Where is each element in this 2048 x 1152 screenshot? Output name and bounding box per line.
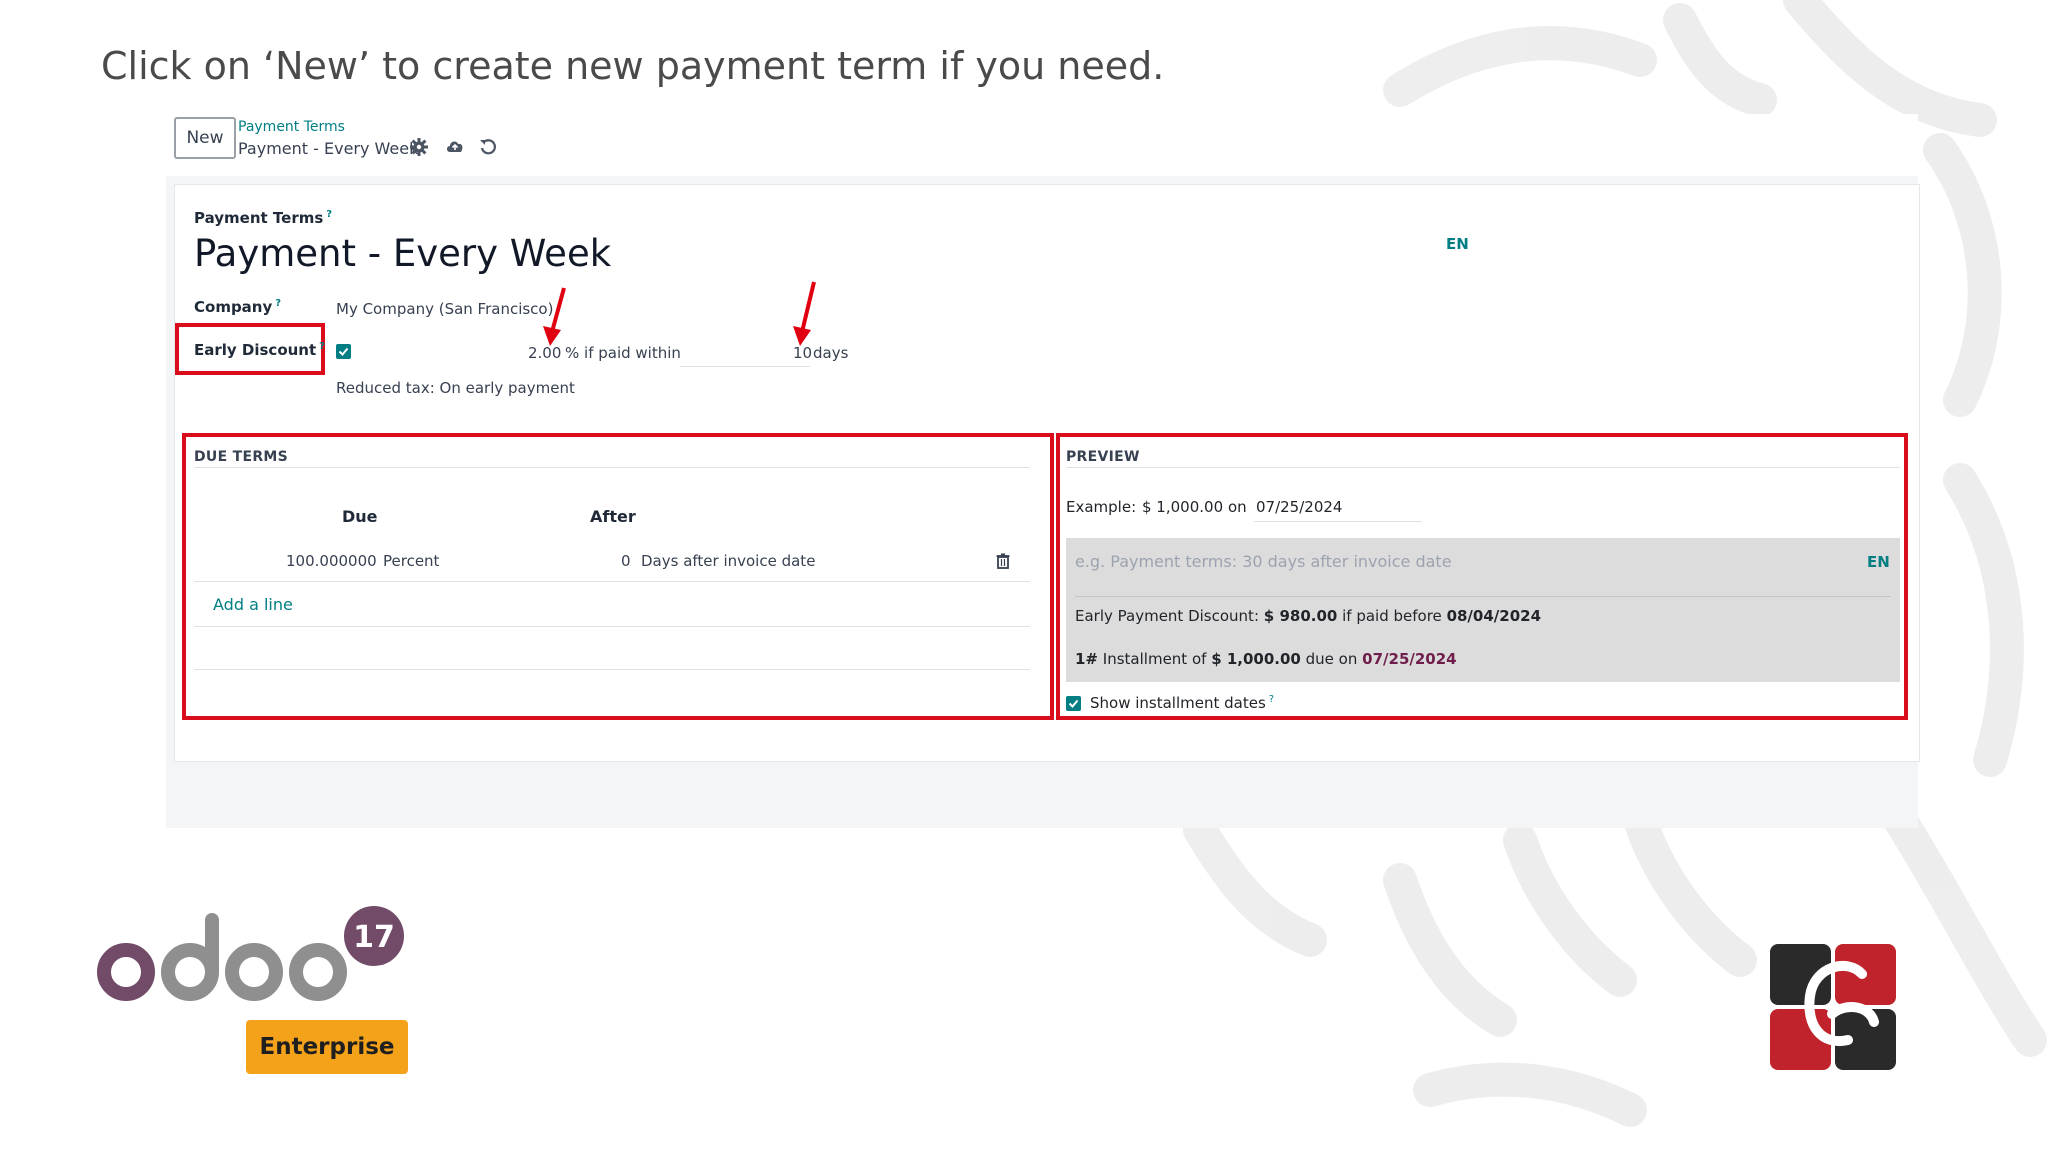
days-field-underline [680,366,810,367]
example-amount-field[interactable]: $ 1,000.00 [1142,498,1223,516]
payment-note-field[interactable]: e.g. Payment terms: 30 days after invoic… [1075,552,1452,571]
odoo-logo: 17 [97,906,404,1001]
after-value-cell[interactable]: 0 [621,552,631,570]
show-installment-dates-checkbox[interactable] [1066,696,1081,711]
breadcrumb-parent-link[interactable]: Payment Terms [238,119,345,135]
show-installment-dates-label: Show installment dates? [1090,694,1275,712]
early-discount-label: Early Discount? [194,341,325,359]
new-button[interactable]: New [174,117,236,159]
payment-terms-label: Payment Terms? [194,209,333,227]
percent-suffix: % if paid within [565,344,681,362]
early-payment-discount-line: Early Payment Discount: $ 980.00 if paid… [1075,607,1542,625]
odoo-version-badge: 17 [353,920,395,955]
trash-icon[interactable] [996,553,1010,569]
after-type-cell[interactable]: Days after invoice date [641,552,815,570]
on-label: on [1228,498,1247,516]
help-icon: ? [326,209,333,220]
note-language-badge[interactable]: EN [1867,553,1890,571]
date-field-underline [1254,521,1422,522]
help-icon: ? [1268,694,1275,705]
highlight-due-terms [182,433,1054,720]
company-field[interactable]: My Company (San Francisco) [336,300,553,318]
column-header-due[interactable]: Due [342,507,378,526]
installment-line: 1# Installment of $ 1,000.00 due on 07/2… [1075,650,1457,668]
payment-term-name-field[interactable]: Payment - Every Week [194,232,611,275]
enterprise-badge: Enterprise [246,1020,408,1074]
preview-divider [1066,467,1900,468]
cloud-save-icon[interactable] [445,137,465,157]
due-value-cell[interactable]: 100.000000 [286,552,377,570]
help-icon: ? [275,298,282,309]
preview-title: PREVIEW [1066,449,1140,465]
column-header-after[interactable]: After [590,507,636,526]
row-divider [194,669,1030,670]
checkmark-icon [1068,699,1079,708]
due-terms-divider [194,467,1030,468]
red-arrow-icon [543,287,566,346]
example-date-field[interactable]: 07/25/2024 [1256,498,1342,516]
help-icon: ? [319,341,325,352]
red-arrow-icon [793,281,816,346]
due-terms-title: DUE TERMS [194,449,289,465]
company-label: Company? [194,298,282,316]
due-type-cell[interactable]: Percent [383,552,439,570]
row-divider [194,581,1030,582]
slide-heading: Click on ‘New’ to create new payment ter… [101,44,1165,88]
gear-icon[interactable] [409,137,429,157]
company-logo [1770,944,1896,1070]
preview-divider [1075,596,1891,597]
discard-icon[interactable] [478,137,498,157]
reduced-tax-field[interactable]: Reduced tax: On early payment [336,379,575,397]
days-suffix: days [813,344,849,362]
example-label: Example: [1066,498,1137,516]
row-divider [194,626,1030,627]
checkmark-icon [338,347,349,356]
breadcrumb-current: Payment - Every Week [238,139,419,158]
add-a-line-link[interactable]: Add a line [213,595,293,614]
language-badge[interactable]: EN [1446,235,1469,253]
early-discount-checkbox[interactable] [336,344,351,359]
